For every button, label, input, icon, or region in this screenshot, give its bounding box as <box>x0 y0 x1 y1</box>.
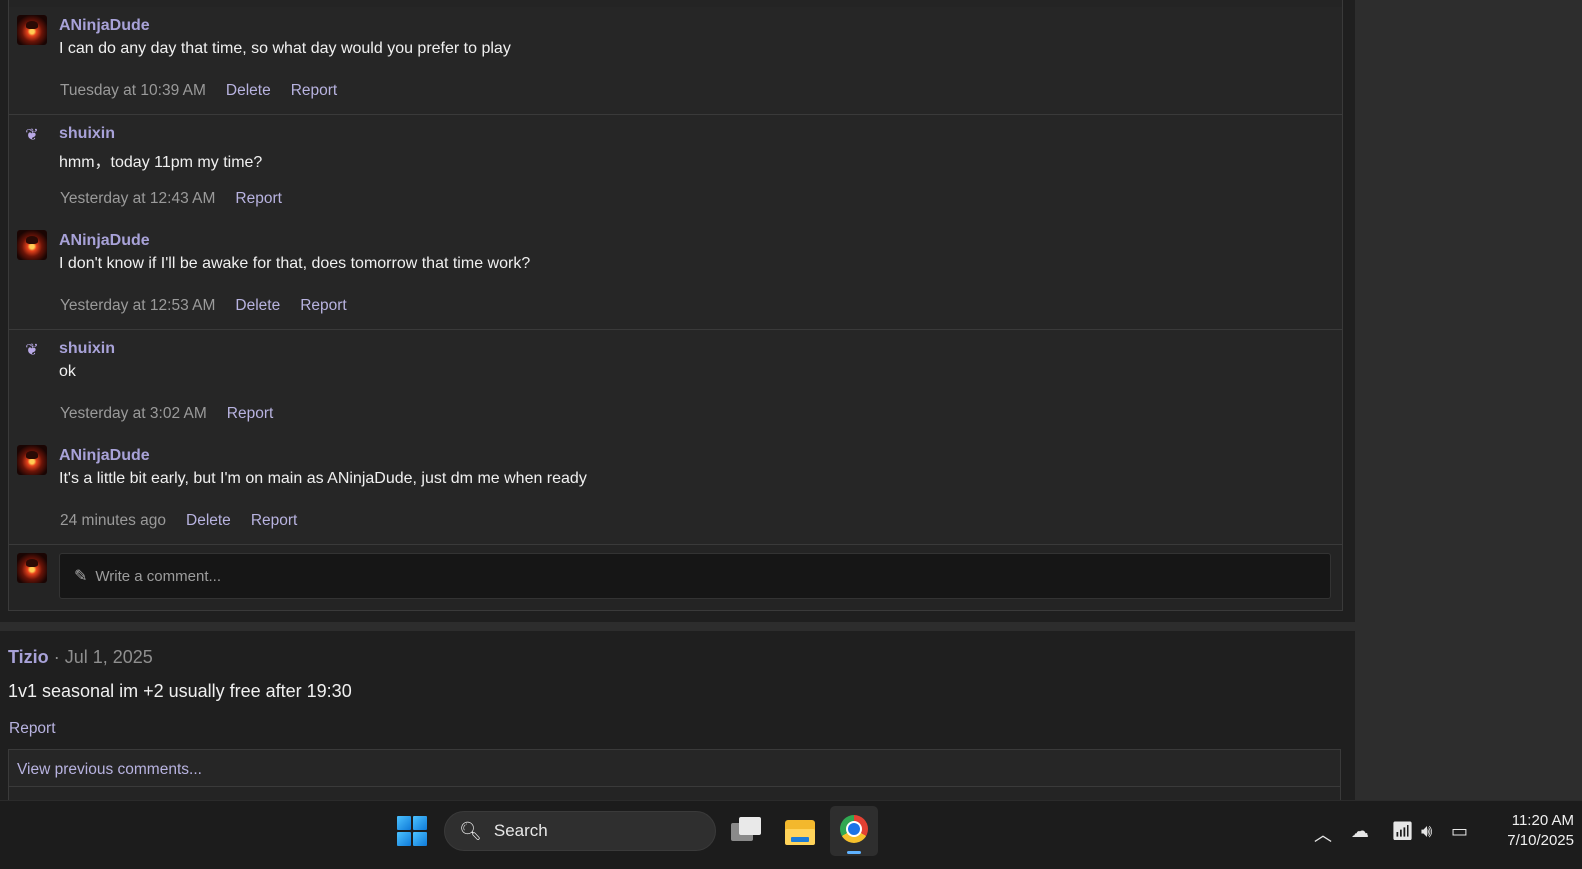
volume-icon[interactable]: 🔊︎ <box>1421 821 1432 842</box>
comment-thread: ANinjaDude I can do any day that time, s… <box>8 0 1343 611</box>
delete-link[interactable]: Delete <box>226 82 271 100</box>
search-label: Search <box>493 821 548 840</box>
write-comment-input[interactable]: ✎ Write a comment... <box>59 553 1331 599</box>
chrome-icon[interactable] <box>830 806 878 856</box>
write-comment-row: ✎ Write a comment... <box>9 545 1342 609</box>
wifi-icon[interactable]: 📶︎ <box>1391 821 1414 842</box>
comment-text: It's a little bit early, but I'm on main… <box>59 470 587 487</box>
write-comment-placeholder: Write a comment... <box>95 567 221 585</box>
post-separator: · <box>53 647 60 667</box>
comment-text: hmm，today 11pm my time? <box>59 154 263 171</box>
post-date[interactable]: Jul 1, 2025 <box>65 647 153 667</box>
chevron-up-icon[interactable]: ︿ <box>1314 821 1332 847</box>
comment-username[interactable]: shuixin <box>59 340 115 358</box>
comment-text: I don't know if I'll be awake for that, … <box>59 255 531 272</box>
main-content: ANinjaDude I can do any day that time, s… <box>0 0 1355 808</box>
comment-meta: Tuesday at 10:39 AM Delete Report <box>60 82 337 100</box>
comment-meta: Yesterday at 3:02 AM Report <box>60 405 273 423</box>
report-link[interactable]: Report <box>235 190 282 208</box>
file-explorer-icon[interactable] <box>781 813 819 851</box>
post-header: Tizio · Jul 1, 2025 <box>8 647 153 668</box>
task-view-icon[interactable] <box>728 813 766 851</box>
comment-meta: 24 minutes ago Delete Report <box>60 512 297 530</box>
pencil-icon: ✎ <box>74 568 88 585</box>
section-divider <box>0 622 1355 631</box>
comment-username[interactable]: ANinjaDude <box>59 232 150 250</box>
taskbar: 🔍︎ Search ︿ ☁ 📶︎ 🔊︎ ▭ 11:20 AM 7/10/2025 <box>0 800 1582 869</box>
butterfly-avatar[interactable]: ❦ <box>23 342 41 360</box>
report-link[interactable]: Report <box>227 405 274 423</box>
comment-timestamp[interactable]: 24 minutes ago <box>60 512 166 530</box>
comment-item: ANinjaDude It's a little bit early, but … <box>9 437 1342 545</box>
comment-text: I can do any day that time, so what day … <box>59 40 511 57</box>
comment-timestamp[interactable]: Yesterday at 12:43 AM <box>60 190 215 208</box>
clock-time: 11:20 AM <box>1511 812 1574 829</box>
system-clock[interactable]: 11:20 AM 7/10/2025 <box>1488 811 1574 851</box>
post-author[interactable]: Tizio <box>8 647 49 667</box>
taskbar-search[interactable]: 🔍︎ Search <box>444 811 716 851</box>
comment-item: ANinjaDude I don't know if I'll be awake… <box>9 222 1342 330</box>
report-link[interactable]: Report <box>251 512 298 530</box>
comment-username[interactable]: ANinjaDude <box>59 17 150 35</box>
ninja-avatar[interactable] <box>17 15 47 45</box>
delete-link[interactable]: Delete <box>235 297 280 315</box>
windows-start-icon[interactable] <box>397 816 427 846</box>
comment-meta: Yesterday at 12:53 AM Delete Report <box>60 297 347 315</box>
clock-date: 7/10/2025 <box>1507 832 1574 849</box>
ninja-avatar <box>17 553 47 583</box>
onedrive-icon[interactable]: ☁ <box>1351 821 1369 842</box>
comment-timestamp[interactable]: Yesterday at 3:02 AM <box>60 405 207 423</box>
report-link[interactable]: Report <box>300 297 347 315</box>
report-link[interactable]: Report <box>291 82 338 100</box>
comment-item: ❦ shuixin ok Yesterday at 3:02 AM Report <box>9 330 1342 438</box>
comment-meta: Yesterday at 12:43 AM Report <box>60 190 282 208</box>
ninja-avatar[interactable] <box>17 445 47 475</box>
comment-text: ok <box>59 363 76 380</box>
battery-icon[interactable]: ▭ <box>1451 821 1468 842</box>
post-text: 1v1 seasonal im +2 usually free after 19… <box>8 681 352 701</box>
search-icon: 🔍︎ <box>459 820 482 841</box>
comment-item: ❦ shuixin hmm，today 11pm my time? Yester… <box>9 115 1342 223</box>
view-previous-comments[interactable]: View previous comments... <box>8 749 1341 787</box>
comment-item: ANinjaDude I can do any day that time, s… <box>9 7 1342 115</box>
comment-username[interactable]: ANinjaDude <box>59 447 150 465</box>
comment-timestamp[interactable]: Yesterday at 12:53 AM <box>60 297 215 315</box>
comment-timestamp[interactable]: Tuesday at 10:39 AM <box>60 82 206 100</box>
delete-link[interactable]: Delete <box>186 512 231 530</box>
butterfly-avatar[interactable]: ❦ <box>23 127 41 145</box>
report-link[interactable]: Report <box>9 720 56 738</box>
profile-post: Tizio · Jul 1, 2025 1v1 seasonal im +2 u… <box>0 631 1355 808</box>
comment-username[interactable]: shuixin <box>59 125 115 143</box>
ninja-avatar[interactable] <box>17 230 47 260</box>
